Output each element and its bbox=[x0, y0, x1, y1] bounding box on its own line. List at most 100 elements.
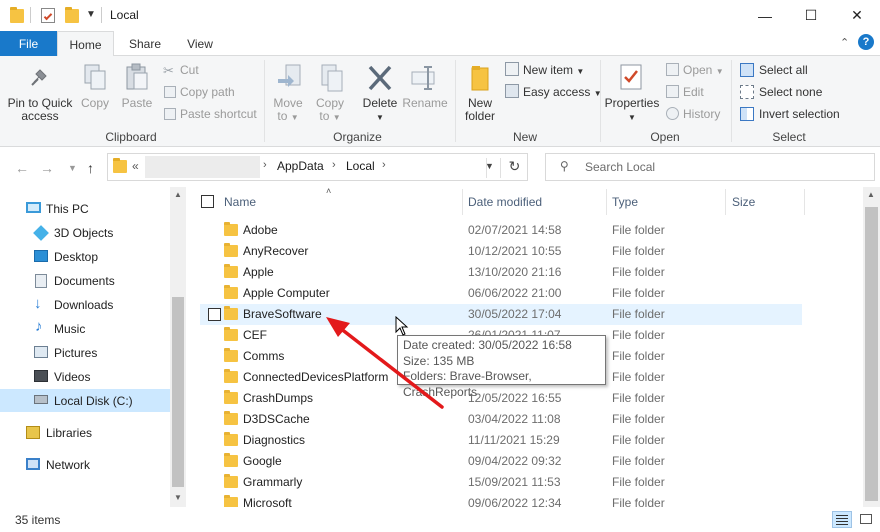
table-row[interactable]: AnyRecover 10/12/2021 10:55 File folder bbox=[200, 241, 802, 262]
new-folder-quick-icon[interactable] bbox=[65, 7, 79, 23]
group-separator bbox=[731, 60, 732, 142]
select-all-checkbox[interactable] bbox=[201, 195, 214, 208]
recent-locations-icon[interactable]: ▼ bbox=[68, 163, 77, 173]
nav-item-videos[interactable]: Videos bbox=[0, 366, 170, 388]
history-button[interactable]: History bbox=[683, 107, 720, 121]
move-to-button[interactable]: Move to ▼ bbox=[270, 97, 306, 124]
tab-view[interactable]: View bbox=[175, 31, 225, 56]
new-folder-button[interactable]: New folder bbox=[458, 97, 502, 123]
tab-file[interactable]: File bbox=[0, 31, 57, 56]
large-icons-view-icon[interactable] bbox=[856, 511, 876, 528]
copy-button[interactable]: Copy bbox=[78, 97, 112, 110]
breadcrumb-appdata[interactable]: AppData bbox=[277, 159, 324, 173]
folder-icon bbox=[224, 264, 238, 278]
folder-icon bbox=[224, 495, 238, 507]
breadcrumb-local[interactable]: Local bbox=[346, 159, 375, 173]
open-group-label: Open bbox=[650, 130, 680, 144]
properties-label: Properties bbox=[604, 96, 660, 110]
file-list-scroll-thumb[interactable] bbox=[865, 207, 878, 501]
collapse-ribbon-icon[interactable]: ⌃ bbox=[840, 36, 849, 49]
new-item-button[interactable]: New item ▼ bbox=[523, 63, 584, 77]
minimize-button[interactable]: — bbox=[742, 0, 788, 31]
scroll-up-icon[interactable]: ▲ bbox=[867, 190, 875, 199]
table-row[interactable]: Apple 13/10/2020 21:16 File folder bbox=[200, 262, 802, 283]
nav-item-documents[interactable]: Documents bbox=[0, 270, 170, 292]
nav-item-music[interactable]: ♪ Music bbox=[0, 318, 170, 340]
help-icon[interactable]: ? bbox=[858, 34, 874, 50]
edit-button[interactable]: Edit bbox=[683, 85, 704, 99]
table-row[interactable]: Microsoft 09/06/2022 12:34 File folder bbox=[200, 493, 802, 507]
select-none-button[interactable]: Select none bbox=[759, 85, 822, 99]
rename-button[interactable]: Rename bbox=[402, 97, 448, 110]
details-view-icon[interactable] bbox=[832, 511, 852, 528]
nav-item-this-pc[interactable]: This PC bbox=[0, 198, 170, 220]
column-header-name[interactable]: Name bbox=[224, 195, 256, 209]
file-name: Diagnostics bbox=[243, 433, 306, 447]
tab-home[interactable]: Home bbox=[57, 31, 114, 57]
clipboard-group-label: Clipboard bbox=[105, 130, 157, 144]
divider bbox=[30, 7, 31, 23]
invert-selection-button[interactable]: Invert selection bbox=[759, 107, 840, 121]
table-row[interactable]: D3DSCache 03/04/2022 11:08 File folder bbox=[200, 409, 802, 430]
folder-icon bbox=[224, 411, 238, 425]
select-all-button[interactable]: Select all bbox=[759, 63, 808, 77]
column-separator[interactable] bbox=[462, 189, 463, 215]
nav-item-local-disk[interactable]: Local Disk (C:) bbox=[0, 389, 170, 412]
nav-item-libraries[interactable]: Libraries bbox=[0, 422, 170, 444]
scroll-down-icon[interactable]: ▼ bbox=[174, 493, 182, 502]
nav-item-downloads[interactable]: ↓ Downloads bbox=[0, 294, 170, 316]
rename-label: Rename bbox=[402, 96, 448, 110]
file-name: Comms bbox=[243, 349, 285, 363]
easy-access-button[interactable]: Easy access ▼ bbox=[523, 85, 602, 99]
table-row[interactable]: Diagnostics 11/11/2021 15:29 File folder bbox=[200, 430, 802, 451]
column-separator[interactable] bbox=[725, 189, 726, 215]
chevron-right-icon[interactable]: › bbox=[332, 159, 336, 171]
table-row[interactable]: Google 09/04/2022 09:32 File folder bbox=[200, 451, 802, 472]
table-row[interactable]: BraveSoftware 30/05/2022 17:04 File fold… bbox=[200, 304, 802, 325]
file-name: Adobe bbox=[243, 223, 278, 237]
open-button[interactable]: Open ▼ bbox=[683, 63, 724, 77]
table-row[interactable]: Adobe 02/07/2021 14:58 File folder bbox=[200, 220, 802, 241]
column-header-date-modified[interactable]: Date modified bbox=[468, 195, 542, 209]
paste-shortcut-button[interactable]: Paste shortcut bbox=[180, 107, 257, 121]
column-separator[interactable] bbox=[606, 189, 607, 215]
nav-item-desktop[interactable]: Desktop bbox=[0, 246, 170, 268]
pin-to-quick-access-button[interactable]: Pin to Quick access bbox=[4, 97, 76, 123]
cut-button[interactable]: Cut bbox=[180, 63, 199, 77]
copy-to-button[interactable]: Copy to ▼ bbox=[312, 97, 348, 124]
breadcrumb-overflow[interactable]: « bbox=[132, 159, 139, 173]
table-row[interactable]: Grammarly 15/09/2021 11:53 File folder bbox=[200, 472, 802, 493]
customize-quick-access-icon[interactable]: ▼ bbox=[86, 9, 96, 20]
scroll-up-icon[interactable]: ▲ bbox=[174, 190, 182, 199]
row-checkbox[interactable] bbox=[208, 308, 221, 321]
properties-quick-icon[interactable] bbox=[41, 8, 55, 23]
table-row[interactable]: Apple Computer 06/06/2022 21:00 File fol… bbox=[200, 283, 802, 304]
copy-path-button[interactable]: Copy path bbox=[180, 85, 235, 99]
file-type: File folder bbox=[612, 433, 665, 447]
close-button[interactable]: ✕ bbox=[834, 0, 880, 31]
properties-button[interactable]: Properties ▼ bbox=[603, 97, 661, 124]
paste-button[interactable]: Paste bbox=[118, 97, 156, 110]
rename-icon bbox=[410, 64, 440, 92]
invert-selection-icon bbox=[740, 107, 754, 121]
new-folder-icon bbox=[470, 64, 492, 92]
delete-button[interactable]: Delete ▼ bbox=[360, 97, 400, 124]
folder-icon bbox=[224, 432, 238, 446]
item-count: 35 items bbox=[15, 513, 61, 527]
refresh-icon[interactable]: ↻ bbox=[500, 158, 528, 178]
column-header-type[interactable]: Type bbox=[612, 195, 638, 209]
column-separator[interactable] bbox=[804, 189, 805, 215]
forward-arrow-icon[interactable]: → bbox=[40, 160, 54, 176]
navigation-pane-scroll-thumb[interactable] bbox=[172, 297, 184, 487]
chevron-right-icon[interactable]: › bbox=[263, 159, 267, 171]
nav-item-3d-objects[interactable]: 3D Objects bbox=[0, 222, 170, 244]
up-arrow-icon[interactable]: ↑ bbox=[87, 160, 94, 176]
nav-item-network[interactable]: Network bbox=[0, 454, 170, 476]
tab-share[interactable]: Share bbox=[118, 31, 172, 56]
address-dropdown-icon[interactable]: ▼ bbox=[485, 161, 494, 171]
chevron-right-icon[interactable]: › bbox=[382, 159, 386, 171]
back-arrow-icon[interactable]: ← bbox=[15, 160, 29, 176]
maximize-button[interactable]: ☐ bbox=[788, 0, 834, 31]
column-header-size[interactable]: Size bbox=[732, 195, 755, 209]
nav-item-pictures[interactable]: Pictures bbox=[0, 342, 170, 364]
